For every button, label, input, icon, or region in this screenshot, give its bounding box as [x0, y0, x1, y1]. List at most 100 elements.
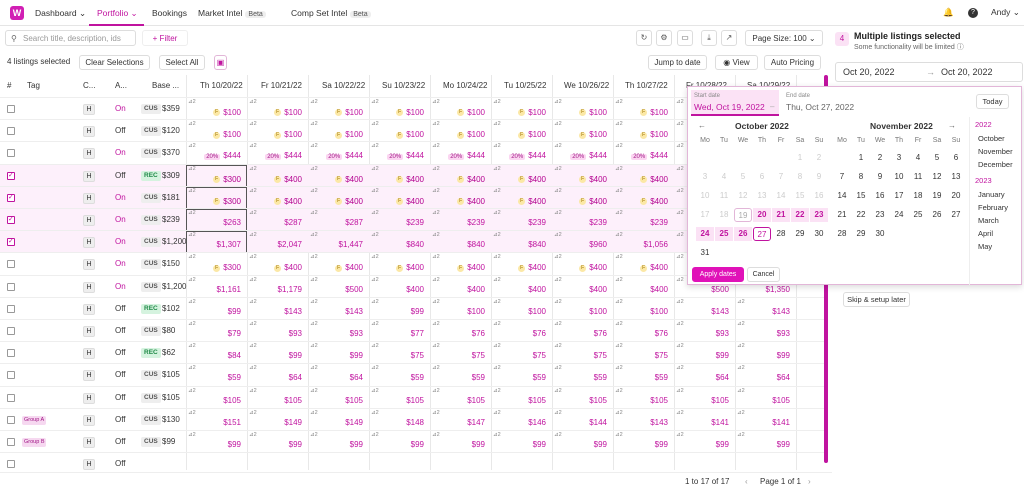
nav-bookings[interactable]: Bookings: [152, 8, 187, 18]
price-cell[interactable]: ⊿2 $75: [430, 342, 491, 364]
price-cell[interactable]: ⊿2 $99: [247, 342, 308, 364]
settings-icon[interactable]: ⚙: [656, 30, 672, 46]
jump-to-date-button[interactable]: Jump to date: [648, 55, 707, 70]
today-button[interactable]: Today: [976, 94, 1009, 109]
row-checkbox[interactable]: [7, 193, 15, 202]
calendar-day[interactable]: 6: [947, 151, 965, 165]
row-checkbox[interactable]: [7, 237, 15, 247]
price-cell[interactable]: ⊿2 $100: [430, 298, 491, 320]
note-icon[interactable]: ▣: [214, 55, 227, 70]
price-cell[interactable]: ⊿2 F$400: [369, 253, 430, 275]
auto-status[interactable]: On: [115, 259, 126, 268]
price-cell[interactable]: ⊿2 $93: [674, 320, 735, 342]
calendar-day[interactable]: 4: [715, 170, 733, 184]
price-cell[interactable]: ⊿2 20%$444: [186, 142, 247, 164]
calendar-day[interactable]: 13: [753, 189, 771, 203]
price-cell[interactable]: ⊿2 F$400: [491, 165, 552, 187]
price-cell[interactable]: ⊿2 $239: [491, 209, 552, 231]
nav-portfolio[interactable]: Portfolio ⌄: [97, 8, 138, 19]
column-header[interactable]: Tu 10/25/22: [504, 75, 546, 97]
price-cell[interactable]: ⊿2 $76: [613, 320, 674, 342]
calendar-day[interactable]: 26: [734, 227, 752, 241]
price-cell[interactable]: ⊿2 F$400: [308, 253, 369, 275]
page-size-select[interactable]: Page Size: 100 ⌄: [745, 30, 823, 46]
month-option[interactable]: May: [978, 242, 992, 251]
calendar-day[interactable]: 14: [833, 189, 851, 203]
price-cell[interactable]: ⊿2 $239: [552, 209, 613, 231]
calendar-day[interactable]: 28: [833, 227, 851, 241]
row-checkbox[interactable]: [7, 415, 15, 424]
calendar-day[interactable]: 30: [810, 227, 828, 241]
price-cell[interactable]: ⊿2 $105: [369, 387, 430, 409]
price-cell[interactable]: ⊿2 $239: [430, 209, 491, 231]
price-cell[interactable]: ⊿2 $840: [430, 231, 491, 253]
price-cell[interactable]: ⊿2 $99: [674, 342, 735, 364]
price-cell[interactable]: ⊿2 F$400: [491, 253, 552, 275]
auto-status[interactable]: Off: [115, 437, 126, 446]
price-cell[interactable]: ⊿2 $400: [613, 276, 674, 298]
price-cell[interactable]: ⊿2 $59: [491, 364, 552, 386]
price-cell[interactable]: ⊿2 $99: [735, 342, 796, 364]
date-range-field[interactable]: Oct 20, 2022 → Oct 20, 2022: [835, 62, 1023, 82]
table-row[interactable]: H Off CUS $105 ⊿2 $59 ⊿2 $64 ⊿2 $64 ⊿2 $59 ⊿2 $59 ⊿2 $5…: [0, 363, 824, 385]
price-cell[interactable]: ⊿2 $141: [735, 409, 796, 431]
price-cell[interactable]: ⊿2 $59: [552, 364, 613, 386]
calendar-day[interactable]: 3: [890, 151, 908, 165]
column-header[interactable]: Sa 10/22/22: [322, 75, 365, 97]
price-cell[interactable]: ⊿2 20%$444: [308, 142, 369, 164]
price-cell[interactable]: ⊿2 F$100: [491, 98, 552, 120]
table-row[interactable]: Group B H Off CUS $99 ⊿2 $99 ⊿2 $99 ⊿2 $99 ⊿2 $99 ⊿2 $…: [0, 430, 824, 452]
price-cell[interactable]: ⊿2 20%$444: [613, 142, 674, 164]
nav-dashboard[interactable]: Dashboard ⌄: [35, 8, 86, 19]
apply-dates-button[interactable]: Apply dates: [692, 267, 744, 282]
price-cell[interactable]: ⊿2 F$100: [186, 98, 247, 120]
row-checkbox[interactable]: [7, 215, 15, 224]
price-cell[interactable]: ⊿2 $99: [430, 431, 491, 453]
row-checkbox[interactable]: [7, 282, 15, 291]
calendar-day[interactable]: 1: [791, 151, 809, 165]
price-cell[interactable]: ⊿2 F$400: [430, 253, 491, 275]
auto-status[interactable]: Off: [115, 459, 126, 468]
price-cell[interactable]: ⊿2 F$100: [369, 120, 430, 142]
nav-comp-set-intel[interactable]: Comp Set Intel Beta: [291, 8, 371, 18]
price-cell[interactable]: ⊿2 $100: [491, 298, 552, 320]
calendar-day[interactable]: 12: [734, 189, 752, 203]
price-cell[interactable]: ⊿2 F$100: [247, 120, 308, 142]
calendar-day[interactable]: 19: [734, 208, 752, 222]
row-checkbox[interactable]: [7, 304, 15, 313]
column-header[interactable]: Base ...: [152, 75, 179, 97]
month-option[interactable]: March: [978, 216, 999, 225]
calendar-day[interactable]: 25: [909, 208, 927, 222]
card-icon[interactable]: ▭: [677, 30, 693, 46]
calendar-day[interactable]: 8: [852, 170, 870, 184]
price-cell[interactable]: ⊿2 $400: [369, 276, 430, 298]
price-cell[interactable]: ⊿2 $75: [552, 342, 613, 364]
price-cell[interactable]: ⊿2 $1,307: [186, 231, 247, 254]
price-cell[interactable]: ⊿2 $99: [247, 431, 308, 453]
price-cell[interactable]: ⊿2 $75: [613, 342, 674, 364]
auto-status[interactable]: Off: [115, 304, 126, 313]
prev-page-icon[interactable]: ‹: [745, 477, 748, 486]
price-cell[interactable]: ⊿2 F$100: [186, 120, 247, 142]
user-menu[interactable]: Andy ⌄: [991, 7, 1020, 18]
table-row[interactable]: H Off REC $62 ⊿2 $84 ⊿2 $99 ⊿2 $99 ⊿2 $75 ⊿2 $75 ⊿2 $75…: [0, 341, 824, 363]
column-header[interactable]: #: [7, 75, 11, 97]
price-cell[interactable]: ⊿2 F$400: [369, 187, 430, 209]
column-header[interactable]: Tag: [27, 75, 40, 97]
row-checkbox[interactable]: [7, 349, 15, 358]
table-row[interactable]: H Off: [0, 452, 824, 470]
price-cell[interactable]: ⊿2 $2,047: [247, 231, 308, 253]
price-cell[interactable]: ⊿2 F$400: [247, 187, 308, 209]
auto-status[interactable]: On: [115, 148, 126, 157]
price-cell[interactable]: ⊿2 F$100: [308, 120, 369, 142]
price-cell[interactable]: ⊿2 $99: [735, 431, 796, 453]
price-cell[interactable]: ⊿2 $64: [247, 364, 308, 386]
price-cell[interactable]: ⊿2 $93: [735, 320, 796, 342]
price-cell[interactable]: ⊿2 $105: [735, 387, 796, 409]
price-cell[interactable]: ⊿2 $99: [186, 431, 247, 453]
price-cell[interactable]: ⊿2 F$400: [247, 165, 308, 187]
month-option[interactable]: February: [978, 203, 1008, 212]
price-cell[interactable]: ⊿2 $143: [308, 298, 369, 320]
auto-pricing-button[interactable]: Auto Pricing: [764, 55, 821, 70]
price-cell[interactable]: ⊿2 $840: [491, 231, 552, 253]
